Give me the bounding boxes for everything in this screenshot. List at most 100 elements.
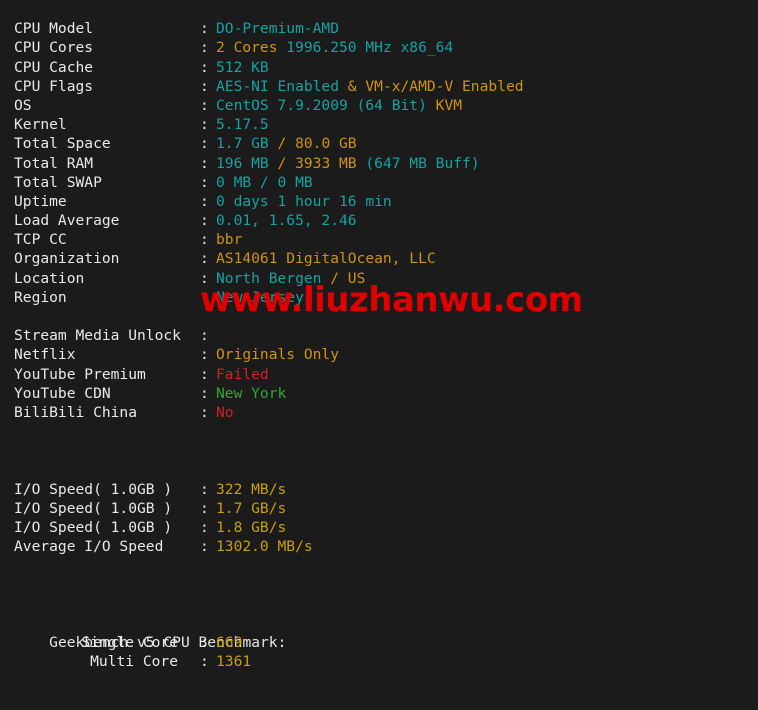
separator-stream: - - - - - - - - - - - - - - - - - - - - … [0,307,758,326]
info-row: Region: New Jersey [0,288,758,307]
info-row: Total SWAP:0 MB / 0 MB [0,173,758,192]
info-row-value: 1.8 GB/s [216,519,287,537]
info-row: Single Core:669 [0,633,758,652]
info-row-label: Netflix [14,346,76,364]
info-row-value: North Bergen [216,269,331,287]
info-row-value: 0 MB / 0 MB [216,173,313,191]
info-row-value: / 80.0 GB [277,135,357,153]
info-row-colon: : [200,346,209,364]
info-row-value: 2 Cores [216,39,287,57]
info-row-value: 1996.250 MHz x86_64 [286,39,454,57]
info-row-colon: : [200,269,209,287]
info-row-value: Failed [216,365,269,383]
info-row: Load Average:0.01, 1.65, 2.46 [0,211,758,230]
info-row: Average I/O Speed:1302.0 MB/s [0,537,758,556]
info-row-colon: : [200,58,209,76]
info-row: YouTube CDN: New York [0,384,758,403]
info-row-label: Load Average [14,212,120,230]
info-row-colon: : [200,403,209,421]
info-row: Organization: AS14061 DigitalOcean, LLC [0,249,758,268]
info-row-colon: : [200,231,209,249]
info-row-colon: : [200,212,209,230]
info-row: BiliBili China: No [0,403,758,422]
info-row: CPU Cache:512 KB [0,58,758,77]
info-row-label: Uptime [14,192,67,210]
info-row-label: YouTube Premium [14,365,146,383]
info-row-value: New Jersey [216,288,304,306]
info-row-value: 1.7 GB/s [216,499,287,517]
info-row-colon: : [200,288,209,306]
system-info-section: CPU Model: DO-Premium-AMD CPU Cores:2 Core… [0,19,758,307]
info-row-value: / 3933 MB [277,154,366,172]
geekbench-title: Geekbench v5 CPU Benchmark: [0,614,758,651]
info-row: Total Space:1.7 GB / 80.0 GB [0,134,758,153]
info-row: Stream Media Unlock: [0,326,758,345]
geekbench-rows: Single Core:669 Multi Core:1361 [0,633,758,671]
info-row-label: I/O Speed( 1.0GB ) [14,499,173,517]
info-row-label: YouTube CDN [14,384,111,402]
info-row-colon: : [200,116,209,134]
separator-top: - - - - - - - - - - - - - - - - - - - - … [0,0,758,19]
info-row-value: 196 MB [216,154,278,172]
info-row-label: Total Space [14,135,111,153]
info-row-colon: : [200,653,209,671]
info-row-label: I/O Speed( 1.0GB ) [14,519,173,537]
info-row-label: CPU Cores [14,39,94,57]
info-row: OS: CentOS 7.9.2009 (64 Bit) KVM [0,96,758,115]
info-row-colon: : [200,499,209,517]
info-row-label: TCP CC [14,231,67,249]
info-row-value: 669 [216,634,243,652]
info-row-colon: : [200,39,209,57]
info-row-colon: : [200,173,209,191]
info-row-label: Total SWAP [14,173,102,191]
info-row-colon: : [200,192,209,210]
info-row-value: AES-NI Enabled [216,77,348,95]
info-row: CPU Model: DO-Premium-AMD [0,19,758,38]
info-row-value: 0 days 1 hour 16 min [216,192,392,210]
info-row-colon: : [200,384,209,402]
separator-bottom: - - - - - - - - - - - - - - - - - - - - … [0,691,758,710]
separator-io: - - - - - - - - - - - - - - - - - - - - … [0,441,758,460]
info-row-label: Single Core [81,634,178,652]
info-row-value: 0.01, 1.65, 2.46 [216,212,357,230]
info-row: YouTube Premium: Failed [0,365,758,384]
info-row-label: CPU Cache [14,58,94,76]
info-row: CPU Cores:2 Cores 1996.250 MHz x86_64 [0,38,758,57]
info-row-value: / US [330,269,366,287]
info-row: CPU Flags: AES-NI Enabled & VM-x/AMD-V En… [0,77,758,96]
info-row-label: Stream Media Unlock [14,327,181,345]
info-row-colon: : [200,365,209,383]
info-row-colon: : [200,480,209,498]
info-row-value: AS14061 DigitalOcean, LLC [216,250,436,268]
info-row-label: Multi Core [90,653,178,671]
info-row: I/O Speed( 1.0GB ):1.8 GB/s [0,518,758,537]
info-row-label: Total RAM [14,154,94,172]
stream-media-section: Stream Media Unlock: Netflix: Originals On… [0,326,758,422]
info-row-label: Kernel [14,116,67,134]
info-row-colon: : [200,20,209,38]
info-row-colon: : [200,327,209,345]
info-row-value: 1302.0 MB/s [216,538,313,556]
info-row-label: BiliBili China [14,403,138,421]
info-row-value: & VM-x/AMD-V Enabled [347,77,524,95]
io-speed-section: I/O Speed( 1.0GB ):322 MB/s I/O Speed( 1.… [0,480,758,557]
info-row-value: 1361 [216,653,252,671]
info-row-value: KVM [435,96,463,114]
info-row-colon: : [200,538,209,556]
info-row-value: 1.7 GB [216,135,278,153]
info-row-label: Location [14,269,85,287]
info-row: Uptime:0 days 1 hour 16 min [0,192,758,211]
info-row: Multi Core:1361 [0,652,758,671]
info-row: I/O Speed( 1.0GB ):1.7 GB/s [0,499,758,518]
info-row: TCP CC: bbr [0,230,758,249]
info-row: Location: North Bergen / US [0,269,758,288]
info-row-label: Region [14,288,67,306]
info-row-value: Originals Only [216,346,340,364]
info-row: Total RAM:196 MB / 3933 MB (647 MB Buff) [0,154,758,173]
terminal-window[interactable]: - - - - - - - - - - - - - - - - - - - - … [0,0,758,670]
